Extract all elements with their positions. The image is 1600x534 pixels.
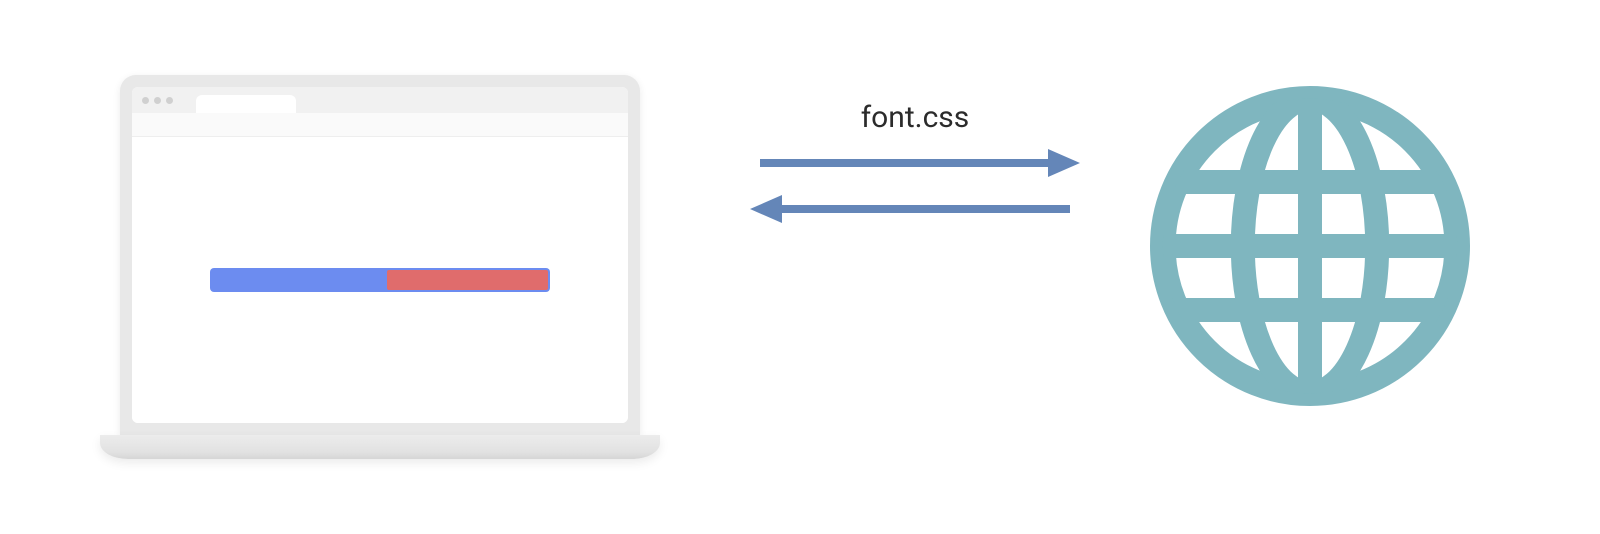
laptop-screen-frame (120, 75, 640, 435)
arrow-left-icon (750, 189, 1080, 229)
browser-chrome (132, 87, 628, 113)
laptop-screen (132, 87, 628, 423)
traffic-light-dot (166, 97, 173, 104)
globe-icon (1150, 86, 1470, 406)
traffic-light-dot (142, 97, 149, 104)
arrow-label: font.css (750, 100, 1080, 135)
browser-viewport (132, 137, 628, 423)
browser-tab (196, 95, 296, 113)
progress-bar (210, 268, 550, 292)
progress-bar-fill (387, 270, 548, 290)
laptop-icon (100, 75, 660, 475)
traffic-light-dot (154, 97, 161, 104)
browser-url-bar (132, 113, 628, 137)
request-response-arrows: font.css (750, 100, 1080, 229)
laptop-base (100, 435, 660, 459)
arrow-right-icon (750, 143, 1080, 183)
font-loading-diagram: font.css (0, 0, 1600, 534)
